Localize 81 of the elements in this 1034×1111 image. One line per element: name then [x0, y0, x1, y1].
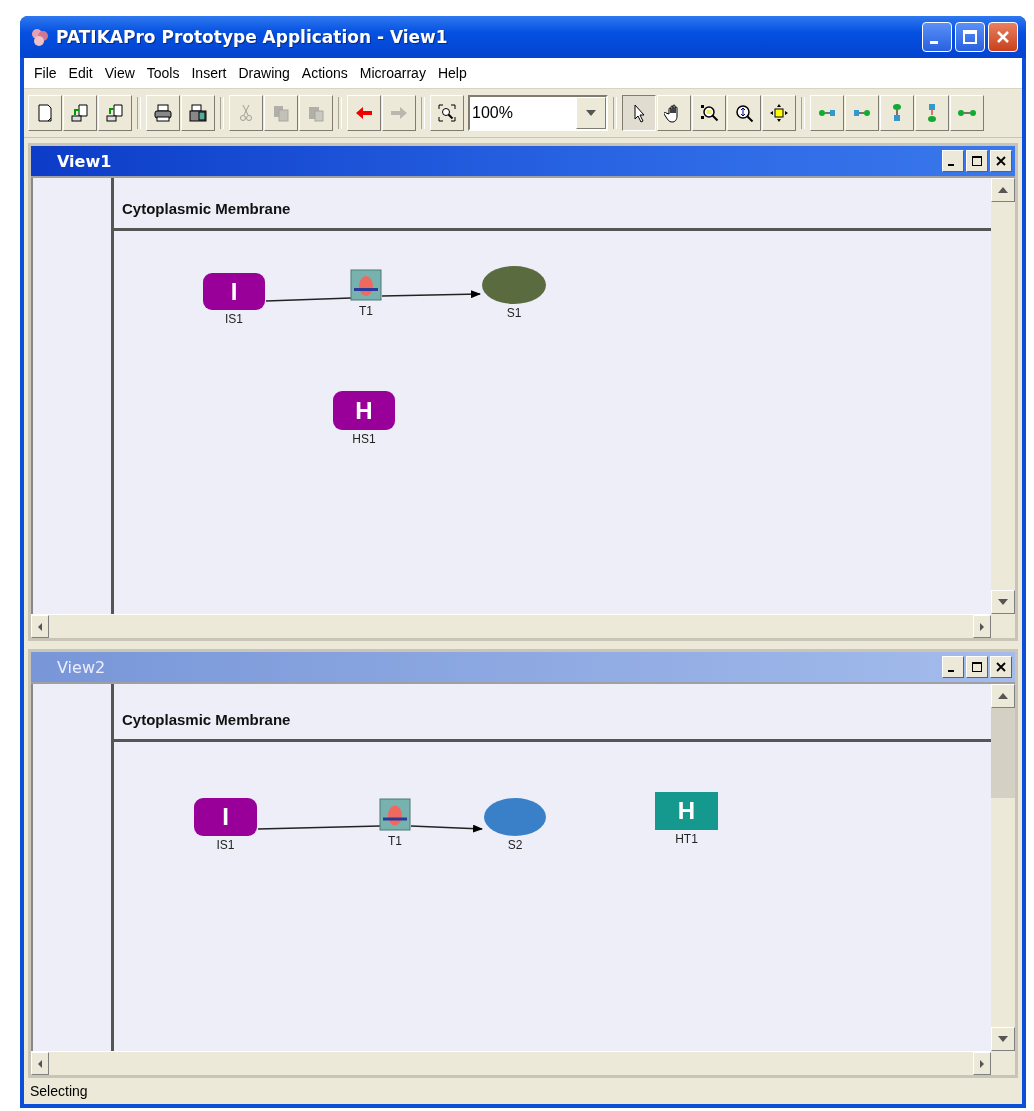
vertical-scrollbar[interactable]	[991, 684, 1015, 1051]
edge-arrow[interactable]	[410, 824, 483, 833]
minimize-icon	[948, 670, 954, 672]
page-arrow-icon	[105, 103, 125, 123]
toolbar-button[interactable]	[430, 95, 464, 131]
maximize-button[interactable]	[966, 150, 988, 172]
vertical-scrollbar[interactable]	[991, 178, 1015, 614]
menu-item[interactable]: File	[28, 65, 63, 81]
minimize-icon	[930, 41, 938, 44]
node-label: T1	[359, 304, 373, 318]
move-icon	[769, 103, 789, 123]
zoom-fit-icon	[437, 103, 457, 123]
page-icon	[35, 103, 55, 123]
printer-icon	[188, 103, 208, 123]
node-letter: H	[677, 797, 696, 824]
scroll-up-button[interactable]	[991, 684, 1015, 708]
app-icon	[30, 27, 50, 47]
horizontal-scrollbar[interactable]	[31, 614, 991, 638]
menu-item[interactable]: Microarray	[353, 65, 432, 81]
minimize-icon	[948, 164, 954, 166]
node-label: S1	[506, 306, 522, 320]
page-arrow-icon	[70, 103, 90, 123]
close-button[interactable]	[990, 656, 1012, 678]
menu-item[interactable]: Tools	[140, 65, 186, 81]
maximize-icon	[961, 28, 979, 46]
compartment-label: Cytoplasmic Membrane	[122, 200, 291, 217]
menu-item[interactable]: View	[98, 65, 141, 81]
edge-arrow[interactable]	[381, 290, 481, 299]
close-button[interactable]	[990, 150, 1012, 172]
view-title: View1	[56, 151, 113, 171]
printer-icon	[153, 103, 173, 123]
state-node[interactable]	[482, 266, 546, 304]
node-label: S2	[507, 838, 523, 852]
node-label: T1	[388, 834, 402, 848]
node-letter: I	[230, 277, 238, 305]
status-text: Selecting	[30, 1083, 88, 1099]
node-label: IS1	[216, 838, 235, 852]
maximize-icon	[971, 661, 983, 673]
scroll-right-button[interactable]	[973, 615, 991, 638]
zoom-dropdown[interactable]: 100%	[468, 95, 608, 131]
scroll-down-button[interactable]	[991, 590, 1015, 614]
molecule-node[interactable]	[333, 391, 395, 430]
window-title: PATIKAPro Prototype Application - View1	[56, 27, 449, 47]
complex-node[interactable]	[655, 792, 718, 830]
transition-node[interactable]	[350, 269, 382, 301]
view-title: View2	[56, 657, 107, 677]
menu-item[interactable]: Actions	[295, 65, 354, 81]
maximize-icon	[971, 155, 983, 167]
minimize-button[interactable]	[942, 150, 964, 172]
node-label: HS1	[352, 432, 376, 446]
scroll-left-button[interactable]	[31, 1052, 49, 1075]
node-label: HT1	[675, 832, 698, 846]
close-icon	[995, 155, 1007, 167]
toolbar-button[interactable]	[146, 95, 180, 131]
scroll-left-button[interactable]	[31, 615, 49, 638]
molecule-node[interactable]	[203, 273, 265, 310]
copy-icon	[271, 103, 291, 123]
transition-node[interactable]	[379, 798, 411, 831]
node-label: IS1	[225, 312, 243, 326]
menu-item[interactable]: Help	[431, 65, 473, 81]
toolbar-button[interactable]	[181, 95, 215, 131]
node-letter: H	[355, 396, 373, 424]
molecule-node[interactable]	[194, 798, 257, 836]
zoom-region-icon	[699, 103, 719, 123]
maximize-button[interactable]	[966, 656, 988, 678]
close-icon	[995, 661, 1007, 673]
zoom-icon	[734, 103, 754, 123]
menu-item[interactable]: Drawing	[232, 65, 296, 81]
compartment-label: Cytoplasmic Membrane	[122, 711, 291, 728]
scroll-right-button[interactable]	[973, 1052, 991, 1075]
horizontal-scrollbar[interactable]	[31, 1051, 991, 1075]
zoom-value: 100%	[471, 103, 514, 123]
scroll-up-button[interactable]	[991, 178, 1015, 202]
node-letter: I	[222, 803, 229, 830]
minimize-button[interactable]	[942, 656, 964, 678]
scroll-down-button[interactable]	[991, 1027, 1015, 1051]
menu-item[interactable]: Edit	[62, 65, 99, 81]
menu-item[interactable]: Insert	[185, 65, 233, 81]
dropdown-button[interactable]	[576, 97, 606, 129]
state-node[interactable]	[484, 798, 546, 836]
tool-button[interactable]	[622, 95, 656, 131]
